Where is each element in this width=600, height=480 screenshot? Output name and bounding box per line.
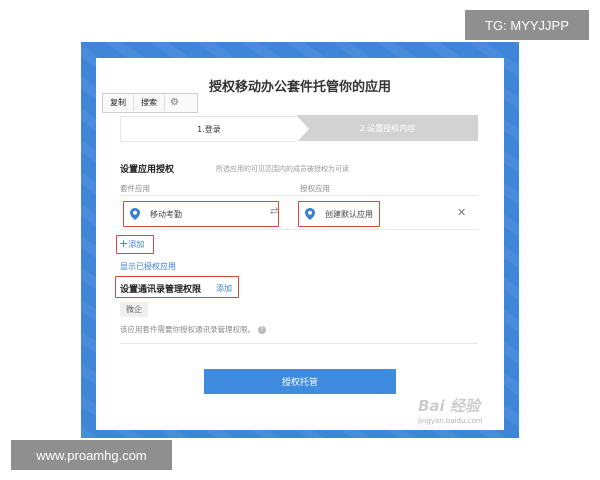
auth-app-select[interactable]: 创建默认应用 <box>298 201 380 227</box>
suite-app-name: 移动考勤 <box>150 209 182 219</box>
baidu-watermark-logo: Bai 经验 <box>418 397 480 415</box>
search-button[interactable]: 搜索 <box>134 95 165 111</box>
auth-app-name: 创建默认应用 <box>325 209 373 219</box>
help-icon[interactable]: ? <box>258 326 266 334</box>
location-pin-icon <box>130 208 140 220</box>
divider <box>120 343 478 344</box>
remove-row-icon[interactable]: ✕ <box>457 206 466 219</box>
auth-dialog: 授权移动办公套件托管你的应用 复制 搜索 ⚙ 1.登录 2.设置授权内容 设置应… <box>96 58 504 430</box>
divider <box>120 229 478 230</box>
baidu-watermark-url: jingyan.baidu.com <box>418 417 483 425</box>
auth-app-column-label: 授权应用 <box>300 184 330 193</box>
step-set-auth: 2.设置授权内容 <box>297 115 478 141</box>
app-auth-title: 设置应用授权 <box>120 165 175 175</box>
authorize-hosting-button[interactable]: 授权托管 <box>204 369 396 394</box>
suite-app-column-label: 套件应用 <box>120 184 150 193</box>
divider <box>120 195 478 196</box>
org-tag: 微企 <box>120 302 148 317</box>
step-login: 1.登录 <box>120 116 309 142</box>
contacts-add-link[interactable]: 添加 <box>216 283 232 294</box>
tg-watermark-label: TG: MYYJJPP <box>465 10 589 40</box>
step-indicator: 1.登录 2.设置授权内容 <box>120 115 478 142</box>
plus-icon: + <box>119 237 129 250</box>
swap-arrows-icon: ⇄ <box>270 206 279 217</box>
add-app-link[interactable]: +添加 <box>119 237 144 250</box>
contacts-permission-title: 设置通讯录管理权限 <box>120 285 202 295</box>
app-auth-hint: 所选应用的可见范围内的成员被授权为可读 <box>216 165 349 173</box>
mini-toolbar: 复制 搜索 ⚙ <box>102 93 198 113</box>
suite-app-select[interactable]: 移动考勤 <box>123 201 279 227</box>
show-authorized-apps-link[interactable]: 显示已授权应用 <box>120 261 176 272</box>
copy-button[interactable]: 复制 <box>103 95 134 111</box>
contacts-permission-note: 该应用套件需要你授权通讯录管理权限。? <box>120 324 266 335</box>
location-pin-icon <box>305 208 315 220</box>
gear-icon[interactable]: ⚙ <box>165 95 184 111</box>
site-watermark-label: www.proamhg.com <box>11 440 172 470</box>
